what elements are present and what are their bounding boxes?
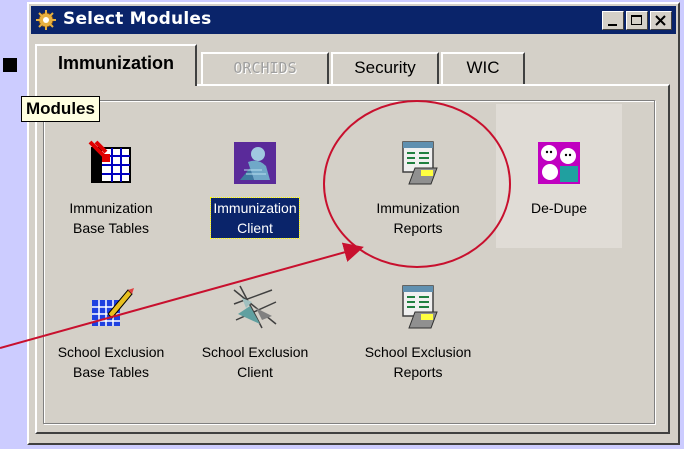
- annotation-arrow: [0, 242, 364, 349]
